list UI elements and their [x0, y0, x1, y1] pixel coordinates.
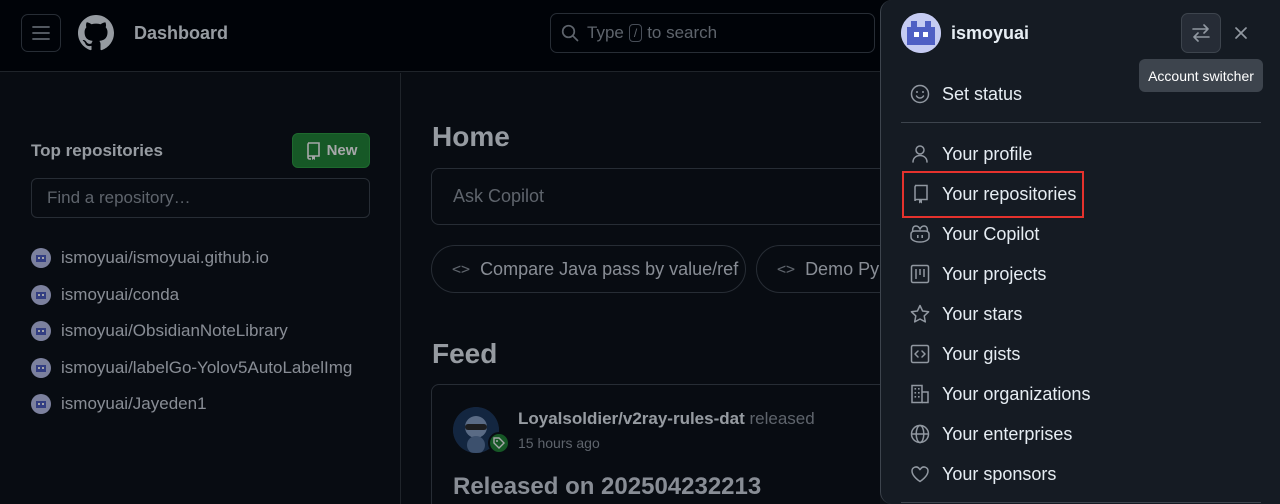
menu-item-your-organizations[interactable]: Your organizations [901, 377, 1261, 411]
new-repository-button[interactable]: New [292, 133, 370, 168]
menu-item-your-enterprises[interactable]: Your enterprises [901, 417, 1261, 451]
repo-list-item[interactable]: ismoyuai/labelGo-Yolov5AutoLabelImg [31, 350, 352, 387]
menu-item-your-profile[interactable]: Your profile [901, 137, 1261, 171]
suggestion-label: Demo Py [805, 258, 880, 279]
username: ismoyuai [951, 23, 1030, 43]
repo-owner-avatar [31, 248, 51, 269]
feed-repo-link[interactable]: Loyalsoldier/v2ray-rules-dat [518, 409, 745, 428]
repo-owner-avatar [31, 394, 51, 415]
menu-item-your-projects[interactable]: Your projects [901, 257, 1261, 291]
menu-divider [901, 122, 1261, 123]
github-logo-icon[interactable] [78, 15, 114, 51]
menu-item-label: Your stars [942, 303, 1023, 324]
menu-item-label: Your repositories [942, 183, 1077, 204]
project-icon [909, 263, 931, 285]
search-placeholder-after: to search [647, 23, 718, 42]
user-avatar [901, 13, 941, 53]
repo-link[interactable]: ismoyuai/labelGo-Yolov5AutoLabelImg [61, 358, 352, 378]
close-panel-button[interactable] [1229, 20, 1253, 46]
heart-icon [909, 463, 931, 485]
feed-heading: Feed [432, 338, 498, 369]
menu-item-your-copilot[interactable]: Your Copilot [901, 217, 1261, 251]
account-switcher-button[interactable] [1181, 13, 1221, 53]
repo-link[interactable]: ismoyuai/ismoyuai.github.io [61, 248, 269, 268]
menu-item-label: Your gists [942, 343, 1021, 364]
new-button-label: New [326, 142, 358, 159]
top-repositories-heading: Top repositories [31, 141, 163, 160]
set-status-item[interactable]: Set status [901, 77, 1261, 111]
organization-icon [909, 383, 931, 405]
tag-icon [488, 432, 510, 454]
repo-list-item[interactable]: ismoyuai/ismoyuai.github.io [31, 240, 352, 277]
feed-action: released [749, 409, 815, 428]
repo-list-item[interactable]: ismoyuai/ObsidianNoteLibrary [31, 313, 352, 350]
code-icon: <> [777, 260, 796, 278]
menu-divider [901, 502, 1261, 503]
copilot-suggestion-chip[interactable]: <> Compare Java pass by value/ref [431, 245, 746, 293]
hamburger-icon [32, 26, 50, 40]
menu-item-label: Your organizations [942, 383, 1091, 404]
menu-item-label: Your sponsors [942, 463, 1057, 484]
code-square-icon [909, 343, 931, 365]
search-placeholder-before: Type [587, 23, 624, 42]
page-context-title[interactable]: Dashboard [134, 23, 228, 44]
smiley-icon [909, 83, 931, 105]
repo-icon [306, 141, 320, 160]
repo-link[interactable]: ismoyuai/Jayeden1 [61, 394, 207, 414]
top-repositories-list: ismoyuai/ismoyuai.github.io ismoyuai/con… [31, 240, 352, 423]
star-icon [909, 303, 931, 325]
menu-item-your-repositories[interactable]: Your repositories [901, 177, 1261, 211]
feed-release-title[interactable]: Released on 202504232213 [453, 473, 761, 501]
repo-icon [909, 183, 931, 205]
search-shortcut-key: / [628, 24, 643, 42]
search-input[interactable]: Type / to search [550, 13, 875, 53]
menu-item-your-sponsors[interactable]: Your sponsors [901, 457, 1261, 491]
repo-owner-avatar [31, 284, 51, 305]
feed-repo-line: Loyalsoldier/v2ray-rules-dat released [518, 409, 815, 429]
find-repository-input[interactable] [31, 178, 370, 218]
code-icon: <> [452, 260, 471, 278]
globe-icon [909, 423, 931, 445]
repo-list-item[interactable]: ismoyuai/Jayeden1 [31, 386, 352, 423]
menu-item-label: Your Copilot [942, 223, 1040, 244]
search-icon [561, 24, 579, 42]
ask-copilot-input[interactable]: Ask Copilot [431, 168, 951, 225]
repo-list-item[interactable]: ismoyuai/conda [31, 277, 352, 314]
menu-item-label: Your profile [942, 143, 1033, 164]
set-status-label: Set status [942, 83, 1023, 104]
copilot-placeholder: Ask Copilot [453, 186, 545, 206]
suggestion-label: Compare Java pass by value/ref [480, 258, 739, 279]
feed-timestamp: 15 hours ago [518, 435, 600, 451]
person-icon [909, 143, 931, 165]
repo-link[interactable]: ismoyuai/conda [61, 285, 179, 305]
repo-link[interactable]: ismoyuai/ObsidianNoteLibrary [61, 321, 288, 341]
menu-item-label: Your enterprises [942, 423, 1073, 444]
home-heading: Home [432, 121, 510, 152]
menu-item-label: Your projects [942, 263, 1047, 284]
arrow-switch-icon [1192, 24, 1210, 42]
menu-item-your-gists[interactable]: Your gists [901, 337, 1261, 371]
repo-owner-avatar [31, 321, 51, 342]
repo-owner-avatar [31, 357, 51, 378]
menu-button[interactable] [21, 14, 61, 52]
menu-item-your-stars[interactable]: Your stars [901, 297, 1261, 331]
left-sidebar: Top repositories New ismoyuai/ismoyuai.g… [0, 73, 401, 504]
user-menu-panel: ismoyuai Account switcher Set status You… [880, 0, 1280, 504]
copilot-icon [909, 223, 931, 245]
close-icon [1235, 27, 1247, 39]
